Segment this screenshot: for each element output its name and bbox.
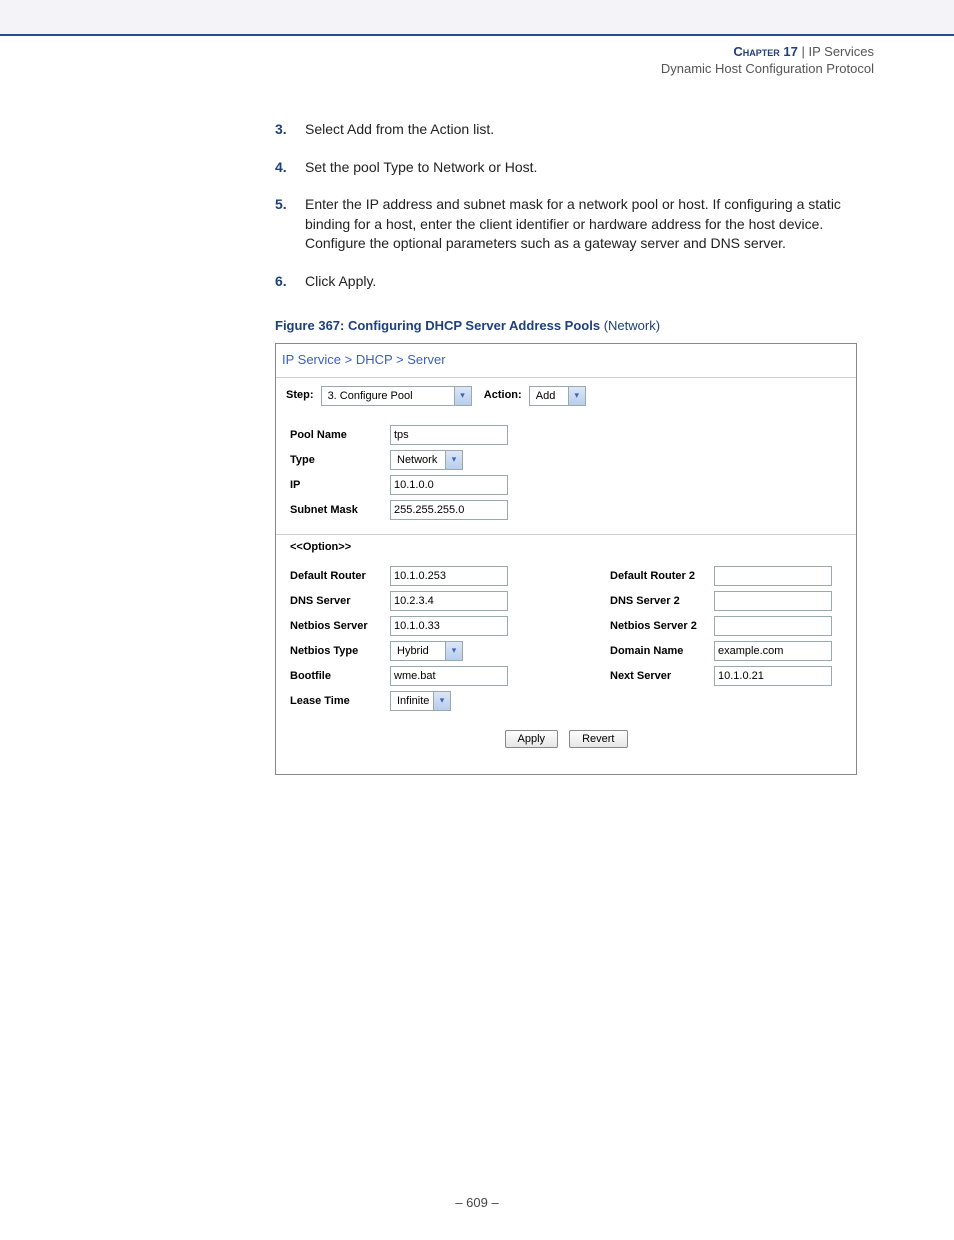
- netbios-type-value: Hybrid: [391, 645, 445, 657]
- type-select-value: Network: [391, 454, 445, 466]
- ip-input[interactable]: [390, 475, 508, 495]
- netbios2-label: Netbios Server 2: [610, 620, 714, 632]
- action-select-value: Add: [530, 390, 568, 402]
- domain-input[interactable]: [714, 641, 832, 661]
- form-area: Pool Name Type Network ▾ IP Subnet Mask …: [276, 414, 856, 774]
- chevron-down-icon: ▾: [568, 387, 585, 405]
- header-separator: |: [798, 44, 809, 59]
- option-header: <<Option>>: [290, 541, 842, 553]
- step-3: 3. Select Add from the Action list.: [275, 120, 874, 140]
- step-text: Click Apply.: [305, 273, 376, 289]
- apply-button[interactable]: Apply: [505, 730, 559, 748]
- step-text: Enter the IP address and subnet mask for…: [305, 196, 841, 251]
- type-select[interactable]: Network ▾: [390, 450, 463, 470]
- header-subtitle: Dynamic Host Configuration Protocol: [0, 61, 874, 76]
- subnet-label: Subnet Mask: [290, 504, 390, 516]
- figure-caption-bold: Figure 367: Configuring DHCP Server Addr…: [275, 318, 604, 333]
- figure-caption-suffix: (Network): [604, 318, 660, 333]
- breadcrumb: IP Service > DHCP > Server: [276, 344, 856, 378]
- lease-value: Infinite: [391, 695, 433, 707]
- dns2-input[interactable]: [714, 591, 832, 611]
- step-label: Step:: [286, 389, 314, 401]
- domain-label: Domain Name: [610, 645, 714, 657]
- top-bar: [0, 0, 954, 36]
- step-text: Set the pool Type to Network or Host.: [305, 159, 537, 175]
- netbios-type-select[interactable]: Hybrid ▾: [390, 641, 463, 661]
- option-columns: Default Router DNS Server Netbios Server…: [290, 561, 842, 716]
- ip-row: IP: [290, 475, 842, 495]
- button-row: Apply Revert: [290, 716, 842, 760]
- page-footer: – 609 –: [0, 1195, 954, 1240]
- next-server-label: Next Server: [610, 670, 714, 682]
- bootfile-label: Bootfile: [290, 670, 390, 682]
- netbios-label: Netbios Server: [290, 620, 390, 632]
- type-row: Type Network ▾: [290, 450, 842, 470]
- netbios2-input[interactable]: [714, 616, 832, 636]
- chevron-down-icon: ▾: [433, 692, 450, 710]
- instruction-list: 3. Select Add from the Action list. 4. Set…: [275, 120, 874, 292]
- step-select-value: 3. Configure Pool: [322, 390, 454, 402]
- step-select[interactable]: 3. Configure Pool ▾: [321, 386, 472, 406]
- dns-label: DNS Server: [290, 595, 390, 607]
- action-label: Action:: [484, 389, 522, 401]
- ip-label: IP: [290, 479, 390, 491]
- step-number: 6.: [275, 272, 287, 292]
- pool-name-input[interactable]: [390, 425, 508, 445]
- toolbar: Step: 3. Configure Pool ▾ Action: Add ▾: [276, 378, 856, 414]
- pool-name-row: Pool Name: [290, 425, 842, 445]
- page-header: Chapter 17 | IP Services Dynamic Host Co…: [0, 36, 954, 80]
- default-router2-input[interactable]: [714, 566, 832, 586]
- chevron-down-icon: ▾: [445, 642, 462, 660]
- chapter-label: Chapter 17: [733, 44, 797, 59]
- bootfile-input[interactable]: [390, 666, 508, 686]
- step-4: 4. Set the pool Type to Network or Host.: [275, 158, 874, 178]
- default-router-label: Default Router: [290, 570, 390, 582]
- step-number: 5.: [275, 195, 287, 215]
- action-select[interactable]: Add ▾: [529, 386, 586, 406]
- pool-name-label: Pool Name: [290, 429, 390, 441]
- step-text: Select Add from the Action list.: [305, 121, 494, 137]
- dhcp-screenshot: IP Service > DHCP > Server Step: 3. Conf…: [275, 343, 857, 775]
- dns2-label: DNS Server 2: [610, 595, 714, 607]
- chevron-down-icon: ▾: [445, 451, 462, 469]
- content-area: 3. Select Add from the Action list. 4. Set…: [275, 120, 874, 775]
- step-5: 5. Enter the IP address and subnet mask f…: [275, 195, 874, 254]
- header-title: IP Services: [808, 44, 874, 59]
- subnet-row: Subnet Mask: [290, 500, 842, 520]
- type-label: Type: [290, 454, 390, 466]
- next-server-input[interactable]: [714, 666, 832, 686]
- default-router2-label: Default Router 2: [610, 570, 714, 582]
- divider: [276, 534, 856, 535]
- figure-caption: Figure 367: Configuring DHCP Server Addr…: [275, 318, 874, 333]
- revert-button[interactable]: Revert: [569, 730, 627, 748]
- netbios-type-label: Netbios Type: [290, 645, 390, 657]
- subnet-input[interactable]: [390, 500, 508, 520]
- netbios-input[interactable]: [390, 616, 508, 636]
- step-number: 4.: [275, 158, 287, 178]
- lease-select[interactable]: Infinite ▾: [390, 691, 451, 711]
- dns-input[interactable]: [390, 591, 508, 611]
- lease-label: Lease Time: [290, 695, 390, 707]
- step-6: 6. Click Apply.: [275, 272, 874, 292]
- chevron-down-icon: ▾: [454, 387, 471, 405]
- default-router-input[interactable]: [390, 566, 508, 586]
- step-number: 3.: [275, 120, 287, 140]
